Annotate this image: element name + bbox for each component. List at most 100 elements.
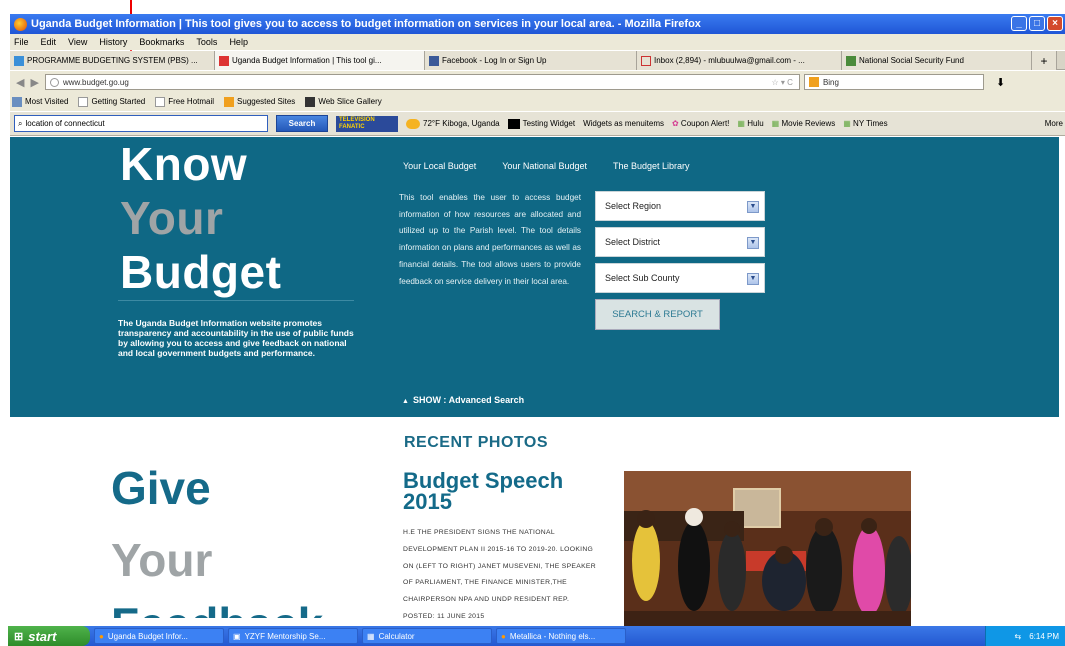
window-title-bar: Uganda Budget Information | This tool gi… — [10, 14, 1065, 34]
page-icon — [155, 97, 166, 107]
menu-help[interactable]: Help — [229, 37, 248, 47]
task-firefox[interactable]: ● Uganda Budget Infor... — [94, 628, 224, 644]
tab-label: Uganda Budget Information | This tool gi… — [232, 56, 382, 65]
weather-icon — [406, 118, 420, 129]
tab-uganda-budget[interactable]: Uganda Budget Information | This tool gi… — [215, 51, 425, 70]
menu-view[interactable]: View — [68, 37, 87, 47]
menu-history[interactable]: History — [99, 37, 127, 47]
nav-local-budget[interactable]: Your Local Budget — [403, 161, 476, 171]
photo-title[interactable]: Budget Speech 2015 — [403, 470, 573, 513]
widgets-menuitems[interactable]: Widgets as menuitems — [583, 119, 664, 128]
chevron-down-icon: ▼ — [747, 201, 759, 213]
tab-label: PROGRAMME BUDGETING SYSTEM (PBS) ... — [27, 56, 198, 65]
advanced-search-toggle[interactable]: ▲ SHOW : Advanced Search — [402, 395, 524, 405]
budget-speech-photo[interactable] — [624, 471, 911, 629]
task-metallica[interactable]: ● Metallica - Nothing els... — [496, 628, 626, 644]
bing-icon — [808, 77, 819, 87]
coupon-icon: ✿ — [671, 119, 679, 128]
movie-icon: ▦ — [771, 119, 780, 128]
bookmark-getting-started[interactable]: Getting Started — [78, 97, 145, 107]
back-icon[interactable]: ◀ — [16, 76, 24, 89]
television-fanatic-logo[interactable]: TELEVISION FANATIC — [336, 115, 398, 132]
menu-bar: File Edit View History Bookmarks Tools H… — [10, 34, 1065, 50]
chrome-icon: ● — [501, 631, 506, 641]
task-label: Uganda Budget Infor... — [107, 631, 188, 641]
facebook-icon — [429, 55, 439, 66]
heading-feedback: Feedback — [111, 596, 323, 618]
menu-tools[interactable]: Tools — [196, 37, 217, 47]
reload-icon[interactable]: ☆ ▾ C — [772, 78, 793, 87]
document-icon: ▣ — [233, 631, 241, 641]
chevron-down-icon: ▼ — [747, 273, 759, 285]
gmail-icon — [641, 55, 651, 66]
bookmark-label: Most Visited — [25, 97, 69, 107]
menu-file[interactable]: File — [14, 37, 29, 47]
heading-know: Know — [120, 138, 248, 190]
bookmark-label: Suggested Sites — [237, 97, 296, 107]
nav-budget-library[interactable]: The Budget Library — [613, 161, 690, 171]
nytimes-icon: ▦ — [843, 119, 851, 128]
movie-label: Movie Reviews — [781, 119, 836, 128]
bookmark-web-slice-gallery[interactable]: Web Slice Gallery — [305, 97, 382, 107]
web-search-box[interactable]: Bing — [803, 74, 984, 90]
toolbar-search-button[interactable]: Search — [276, 115, 328, 132]
addon-toolbar: ⌕ location of connecticut Search TELEVIS… — [10, 112, 1065, 136]
weather-label: 72°F Kiboga, Uganda — [423, 118, 500, 128]
nssf-icon — [846, 55, 856, 66]
uganda-flag-icon — [219, 55, 229, 66]
tab-pbs[interactable]: PROGRAMME BUDGETING SYSTEM (PBS) ... — [10, 51, 215, 70]
network-icon[interactable]: ⇆ — [1015, 632, 1022, 641]
bookmark-free-hotmail[interactable]: Free Hotmail — [155, 97, 214, 107]
heading-budget: Budget — [120, 246, 282, 298]
bookmark-most-visited[interactable]: Most Visited — [12, 97, 68, 107]
heading-your: Your — [120, 192, 224, 244]
start-button[interactable]: ⊞ start — [8, 626, 90, 646]
more-label: More — [1044, 119, 1063, 128]
tab-nssf[interactable]: National Social Security Fund — [842, 51, 1032, 70]
chevron-down-icon: ▼ — [747, 237, 759, 249]
task-mentorship[interactable]: ▣ YZYF Mentorship Se... — [228, 628, 358, 644]
clock[interactable]: 6:14 PM — [1029, 632, 1059, 641]
testing-widget[interactable]: Testing Widget — [507, 118, 576, 129]
more-menu[interactable]: More — [1045, 119, 1063, 128]
hulu-link[interactable]: ▦ Hulu — [737, 119, 763, 128]
advanced-search-label: SHOW : Advanced Search — [412, 395, 525, 405]
firefox-icon — [14, 17, 27, 31]
task-label: Metallica - Nothing els... — [509, 631, 596, 641]
bookmark-suggested-sites[interactable]: Suggested Sites — [224, 97, 295, 107]
maximize-button[interactable]: □ — [1029, 16, 1045, 31]
new-tab-button[interactable]: + — [1032, 51, 1057, 70]
firefox-task-icon: ● — [99, 631, 104, 641]
search-report-button[interactable]: SEARCH & REPORT — [595, 299, 720, 330]
forward-icon[interactable]: ▶ — [30, 76, 38, 89]
bookmark-label: Getting Started — [91, 97, 146, 107]
toolbar-search-input[interactable]: ⌕ location of connecticut — [14, 115, 268, 132]
weather-widget[interactable]: 72°F Kiboga, Uganda — [406, 118, 500, 129]
close-button[interactable]: × — [1047, 16, 1063, 31]
heading-your-feedback: Your — [111, 534, 213, 586]
select-sub-county[interactable]: Select Sub County ▼ — [595, 263, 765, 293]
ny-times-link[interactable]: ▦ NY Times — [843, 119, 887, 128]
bookmarks-toolbar: Most Visited Getting Started Free Hotmai… — [10, 93, 1065, 111]
task-calculator[interactable]: ▦ Calculator — [362, 628, 492, 644]
url-bar[interactable]: www.budget.go.ug ☆ ▾ C — [44, 74, 800, 90]
select-district[interactable]: Select District ▼ — [595, 227, 765, 257]
tab-facebook[interactable]: Facebook - Log In or Sign Up — [425, 51, 637, 70]
nav-national-budget[interactable]: Your National Budget — [502, 161, 587, 171]
bookmark-label: Web Slice Gallery — [318, 97, 382, 107]
widget-label: Testing Widget — [522, 118, 576, 128]
coupon-alert[interactable]: ✿ Coupon Alert! — [672, 119, 729, 128]
photo-caption: H.E THE PRESIDENT SIGNS THE NATIONAL DEV… — [403, 529, 596, 620]
movie-reviews-link[interactable]: ▦ Movie Reviews — [772, 119, 836, 128]
menu-bookmarks[interactable]: Bookmarks — [139, 37, 184, 47]
tab-bar: PROGRAMME BUDGETING SYSTEM (PBS) ... Uga… — [10, 51, 1065, 70]
budget-nav: Your Local Budget Your National Budget T… — [403, 161, 690, 171]
give-your-feedback-heading: Give Your Feedback — [111, 452, 323, 618]
minimize-button[interactable]: _ — [1011, 16, 1027, 31]
select-region[interactable]: Select Region ▼ — [595, 191, 765, 221]
menu-edit[interactable]: Edit — [41, 37, 57, 47]
tab-gmail[interactable]: Inbox (2,894) - mlubuulwa@gmail.com - ..… — [637, 51, 842, 70]
download-icon[interactable]: ⬇ — [996, 76, 1005, 89]
hero-description: The Uganda Budget Information website pr… — [118, 318, 354, 358]
search-icon: ⌕ — [18, 118, 23, 128]
